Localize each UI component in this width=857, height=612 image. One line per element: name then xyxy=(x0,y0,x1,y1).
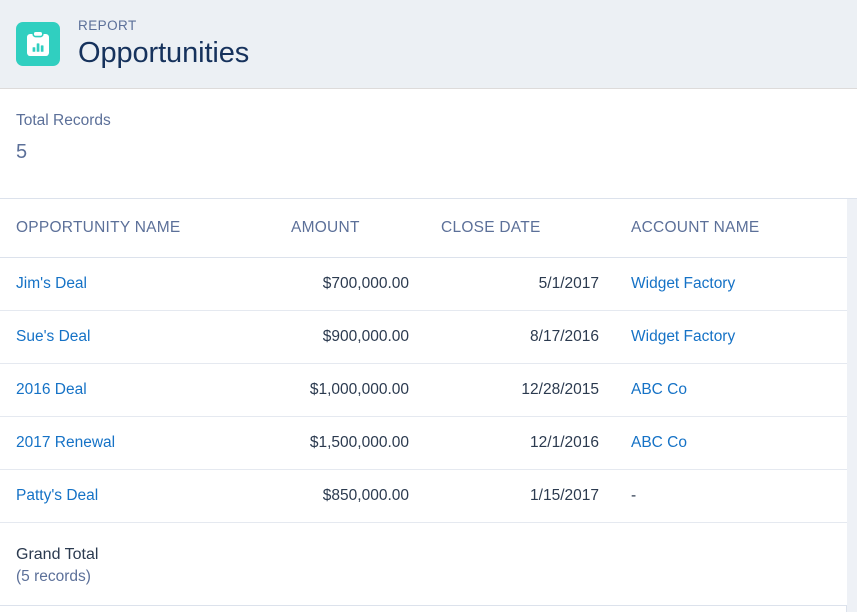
cell-grand-total: Grand Total (5 records) xyxy=(0,522,275,606)
cell-close-date: 1/15/2017 xyxy=(425,469,615,523)
cell-account-name: ABC Co xyxy=(615,363,847,417)
report-clipboard-chart-icon xyxy=(16,22,60,66)
column-header-amount[interactable]: AMOUNT xyxy=(275,199,425,258)
cell-account-name: Widget Factory xyxy=(615,257,847,311)
report-page: REPORT Opportunities Total Records 5 OPP… xyxy=(0,0,857,612)
header-text-group: REPORT Opportunities xyxy=(78,19,249,69)
column-header-opportunity-name[interactable]: OPPORTUNITY NAME xyxy=(0,199,275,258)
report-table-region: OPPORTUNITY NAME AMOUNT CLOSE DATE ACCOU… xyxy=(0,199,857,612)
account-name-link[interactable]: Widget Factory xyxy=(631,275,735,292)
cell-opportunity-name: Patty's Deal xyxy=(0,469,275,523)
table-row: Patty's Deal $850,000.00 1/15/2017 - xyxy=(0,469,847,523)
opportunity-name-link[interactable]: Patty's Deal xyxy=(16,487,98,504)
cell-opportunity-name: Sue's Deal xyxy=(0,310,275,364)
cell-amount: $900,000.00 xyxy=(275,310,425,364)
cell-close-date: 5/1/2017 xyxy=(425,257,615,311)
cell-amount: $1,000,000.00 xyxy=(275,363,425,417)
column-header-close-date[interactable]: CLOSE DATE xyxy=(425,199,615,258)
account-name-empty-value: - xyxy=(631,487,637,504)
table-row: Jim's Deal $700,000.00 5/1/2017 Widget F… xyxy=(0,257,847,311)
table-body: Jim's Deal $700,000.00 5/1/2017 Widget F… xyxy=(0,257,847,606)
cell-opportunity-name: 2017 Renewal xyxy=(0,416,275,470)
table-header: OPPORTUNITY NAME AMOUNT CLOSE DATE ACCOU… xyxy=(0,199,847,258)
table-row: 2016 Deal $1,000,000.00 12/28/2015 ABC C… xyxy=(0,363,847,417)
cell-opportunity-name: Jim's Deal xyxy=(0,257,275,311)
cell-opportunity-name: 2016 Deal xyxy=(0,363,275,417)
report-table-wrapper: OPPORTUNITY NAME AMOUNT CLOSE DATE ACCOU… xyxy=(0,199,847,612)
table-row: Sue's Deal $900,000.00 8/17/2016 Widget … xyxy=(0,310,847,364)
account-name-link[interactable]: Widget Factory xyxy=(631,328,735,345)
cell-amount: $700,000.00 xyxy=(275,257,425,311)
opportunity-name-link[interactable]: Jim's Deal xyxy=(16,275,87,292)
table-header-row: OPPORTUNITY NAME AMOUNT CLOSE DATE ACCOU… xyxy=(0,199,847,258)
cell-amount: $850,000.00 xyxy=(275,469,425,523)
total-records-label: Total Records xyxy=(16,112,111,129)
opportunity-name-link[interactable]: 2016 Deal xyxy=(16,381,87,398)
total-records-summary: Total Records 5 xyxy=(0,89,857,199)
opportunity-name-link[interactable]: 2017 Renewal xyxy=(16,434,115,451)
cell-grand-total-close-date xyxy=(425,522,615,606)
cell-grand-total-amount xyxy=(275,522,425,606)
table-row: 2017 Renewal $1,500,000.00 12/1/2016 ABC… xyxy=(0,416,847,470)
account-name-link[interactable]: ABC Co xyxy=(631,381,687,398)
report-type-label: REPORT xyxy=(78,18,137,34)
total-records-value: 5 xyxy=(16,140,28,163)
grand-total-record-count: (5 records) xyxy=(16,568,91,586)
report-table: OPPORTUNITY NAME AMOUNT CLOSE DATE ACCOU… xyxy=(0,199,847,606)
cell-account-name: Widget Factory xyxy=(615,310,847,364)
cell-close-date: 12/1/2016 xyxy=(425,416,615,470)
page-title: Opportunities xyxy=(78,36,250,69)
page-header: REPORT Opportunities xyxy=(0,0,857,89)
opportunity-name-link[interactable]: Sue's Deal xyxy=(16,328,90,345)
cell-close-date: 12/28/2015 xyxy=(425,363,615,417)
grand-total-label: Grand Total xyxy=(16,546,99,564)
column-header-account-name[interactable]: ACCOUNT NAME xyxy=(615,199,847,258)
cell-grand-total-account-name xyxy=(615,522,847,606)
cell-account-name: ABC Co xyxy=(615,416,847,470)
cell-close-date: 8/17/2016 xyxy=(425,310,615,364)
cell-account-name: - xyxy=(615,469,847,523)
account-name-link[interactable]: ABC Co xyxy=(631,434,687,451)
grand-total-row: Grand Total (5 records) xyxy=(0,522,847,606)
cell-amount: $1,500,000.00 xyxy=(275,416,425,470)
